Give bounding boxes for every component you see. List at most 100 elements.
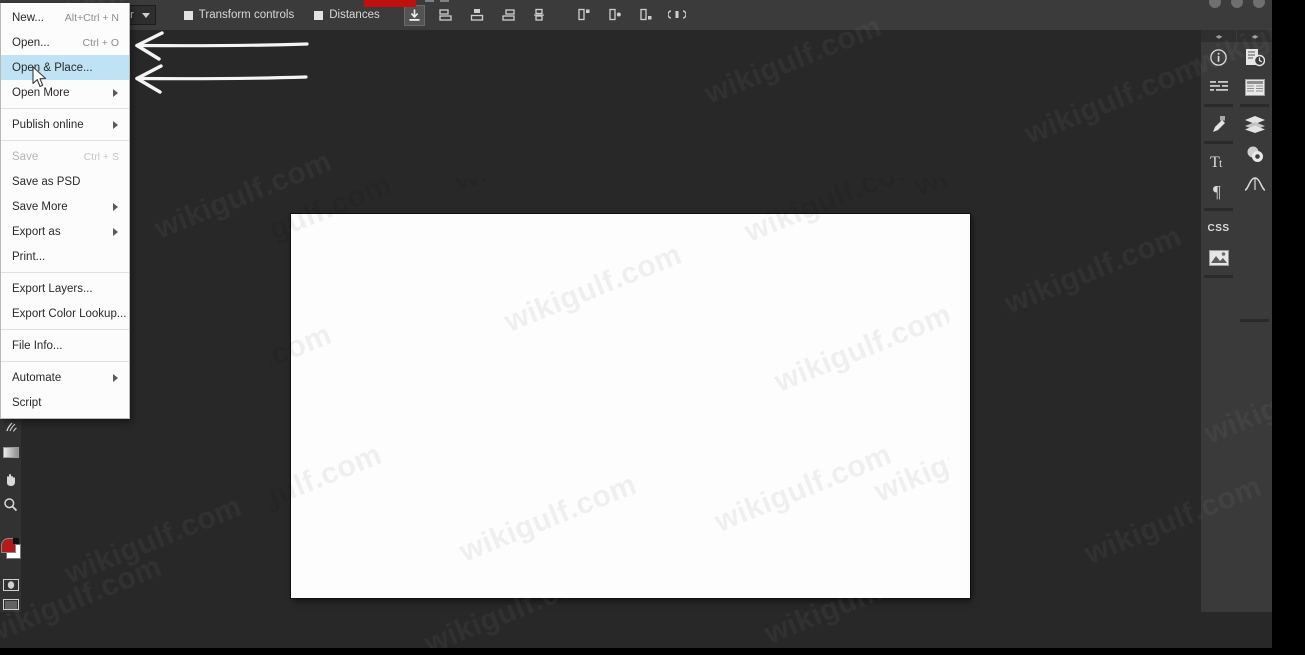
swap-colors-icon[interactable] bbox=[13, 538, 19, 544]
menu-item-label: Print... bbox=[12, 250, 46, 263]
file-menu-dropdown[interactable]: New... Alt+Ctrl + N Open... Ctrl + O Ope… bbox=[0, 3, 130, 419]
workspace bbox=[0, 0, 1272, 648]
menu-item-export-as[interactable]: Export as bbox=[1, 219, 129, 244]
submenu-arrow-icon bbox=[113, 373, 118, 382]
gradient-icon[interactable] bbox=[2, 444, 19, 461]
distribute-top-edges-icon[interactable] bbox=[575, 6, 594, 25]
distribute-spacing-icon[interactable] bbox=[668, 6, 687, 25]
window-maximize-button[interactable] bbox=[1231, 0, 1243, 8]
menu-item-save: Save Ctrl + S bbox=[1, 144, 129, 169]
quick-mask-icon[interactable] bbox=[2, 576, 19, 593]
transform-controls-label: Transform controls bbox=[198, 9, 295, 21]
menu-item-file-info[interactable]: File Info... bbox=[1, 333, 129, 358]
svg-text:t: t bbox=[1219, 156, 1223, 170]
dock-column-right: ◂▸ bbox=[1237, 30, 1272, 324]
window-close-button[interactable] bbox=[1253, 0, 1265, 8]
css-label: CSS bbox=[1207, 222, 1230, 234]
checkbox-box-icon bbox=[183, 10, 193, 20]
menu-item-shortcut: Ctrl + O bbox=[82, 36, 119, 49]
image-thumbnail-icon[interactable] bbox=[1201, 243, 1236, 273]
menu-item-open[interactable]: Open... Ctrl + O bbox=[1, 30, 129, 55]
layers-icon[interactable] bbox=[1237, 109, 1272, 139]
brush-icon[interactable] bbox=[1201, 109, 1236, 139]
menu-item-script[interactable]: Script bbox=[1, 390, 129, 415]
menu-item-label: Save bbox=[12, 150, 39, 163]
dock-column-left: ◂▸ T t ¶ CSS bbox=[1201, 30, 1236, 280]
foreground-background-color-swatch[interactable] bbox=[1, 538, 21, 560]
dock-divider bbox=[1240, 319, 1269, 322]
menu-item-label: New... bbox=[12, 11, 44, 24]
menu-item-label: Publish online bbox=[12, 118, 84, 131]
dock-divider bbox=[1204, 208, 1233, 211]
menu-item-open-and-place[interactable]: Open & Place... bbox=[1, 55, 129, 80]
align-vertical-centers-icon[interactable] bbox=[530, 6, 549, 25]
window-minimize-button[interactable] bbox=[1209, 0, 1221, 8]
document-canvas[interactable] bbox=[291, 214, 970, 598]
align-left-edges-icon[interactable] bbox=[437, 6, 456, 25]
transform-controls-checkbox[interactable]: Transform controls bbox=[183, 9, 295, 21]
adjustments-icon[interactable] bbox=[1237, 139, 1272, 169]
menu-item-label: Export Color Lookup... bbox=[12, 307, 127, 320]
menu-item-label: Export as bbox=[12, 225, 61, 238]
screen-right-gutter bbox=[1272, 0, 1305, 655]
menu-item-export-layers[interactable]: Export Layers... bbox=[1, 276, 129, 301]
menu-item-label: Script bbox=[12, 396, 42, 409]
dock-divider bbox=[1204, 104, 1233, 107]
zoom-magnifier-icon[interactable] bbox=[2, 496, 19, 513]
character-type-icon[interactable]: T t bbox=[1201, 146, 1236, 176]
distances-checkbox[interactable]: Distances bbox=[314, 9, 380, 21]
align-horizontal-centers-icon[interactable] bbox=[468, 6, 487, 25]
distribute-bottom-edges-icon[interactable] bbox=[637, 6, 656, 25]
tick-mark bbox=[425, 0, 434, 2]
menu-item-print[interactable]: Print... bbox=[1, 244, 129, 269]
menu-item-open-more[interactable]: Open More bbox=[1, 80, 129, 105]
menu-item-publish-online[interactable]: Publish online bbox=[1, 112, 129, 137]
menu-item-label: File Info... bbox=[12, 339, 63, 352]
dock-collapse-handle[interactable]: ◂▸ bbox=[1237, 30, 1272, 42]
align-right-edges-icon[interactable] bbox=[499, 6, 518, 25]
screen-bottom-gutter bbox=[0, 648, 1305, 655]
hand-icon[interactable] bbox=[2, 471, 19, 488]
canvas-area[interactable] bbox=[21, 36, 1201, 612]
menu-separator bbox=[1, 329, 129, 330]
svg-text:¶: ¶ bbox=[1213, 182, 1221, 200]
screen-mode-icon[interactable] bbox=[2, 596, 19, 613]
distribute-buttons-group bbox=[575, 6, 687, 25]
submenu-arrow-icon bbox=[113, 88, 118, 97]
submenu-arrow-icon bbox=[113, 120, 118, 129]
download-arrow-icon[interactable] bbox=[403, 4, 425, 26]
menu-item-shortcut: Ctrl + S bbox=[83, 150, 119, 163]
menu-item-automate[interactable]: Automate bbox=[1, 365, 129, 390]
dock-collapse-handle[interactable]: ◂▸ bbox=[1201, 30, 1236, 42]
menu-item-label: Open More bbox=[12, 86, 70, 99]
menu-separator bbox=[1, 361, 129, 362]
dock-divider bbox=[1204, 141, 1233, 144]
menu-item-export-color-lookup[interactable]: Export Color Lookup... bbox=[1, 301, 129, 326]
info-icon[interactable] bbox=[1201, 42, 1236, 72]
dock-divider bbox=[1240, 104, 1269, 107]
menu-item-new[interactable]: New... Alt+Ctrl + N bbox=[1, 5, 129, 30]
curves-icon[interactable] bbox=[1237, 169, 1272, 199]
recording-indicator-mark bbox=[364, 0, 416, 7]
align-buttons-group bbox=[403, 4, 549, 26]
history-icon[interactable] bbox=[1237, 42, 1272, 72]
distribute-vertical-centers-icon[interactable] bbox=[606, 6, 625, 25]
menu-separator bbox=[1, 108, 129, 109]
distances-label: Distances bbox=[329, 9, 380, 21]
menu-item-label: Open... bbox=[12, 36, 50, 49]
menu-separator bbox=[1, 140, 129, 141]
menu-item-label: Save More bbox=[12, 200, 68, 213]
submenu-arrow-icon bbox=[113, 202, 118, 211]
blur-sharpen-icon[interactable] bbox=[2, 418, 19, 435]
notes-pattern-icon[interactable] bbox=[1237, 72, 1272, 102]
menu-item-label: Save as PSD bbox=[12, 175, 81, 188]
submenu-arrow-icon bbox=[113, 227, 118, 236]
css-icon[interactable]: CSS bbox=[1201, 213, 1236, 243]
dock-divider bbox=[1204, 275, 1233, 278]
tool-options-bar: er Transform controls Distances bbox=[0, 0, 1272, 30]
histogram-levels-icon[interactable] bbox=[1201, 72, 1236, 102]
menu-item-save-as-psd[interactable]: Save as PSD bbox=[1, 169, 129, 194]
window-controls bbox=[1209, 0, 1265, 8]
paragraph-icon[interactable]: ¶ bbox=[1201, 176, 1236, 206]
menu-item-save-more[interactable]: Save More bbox=[1, 194, 129, 219]
